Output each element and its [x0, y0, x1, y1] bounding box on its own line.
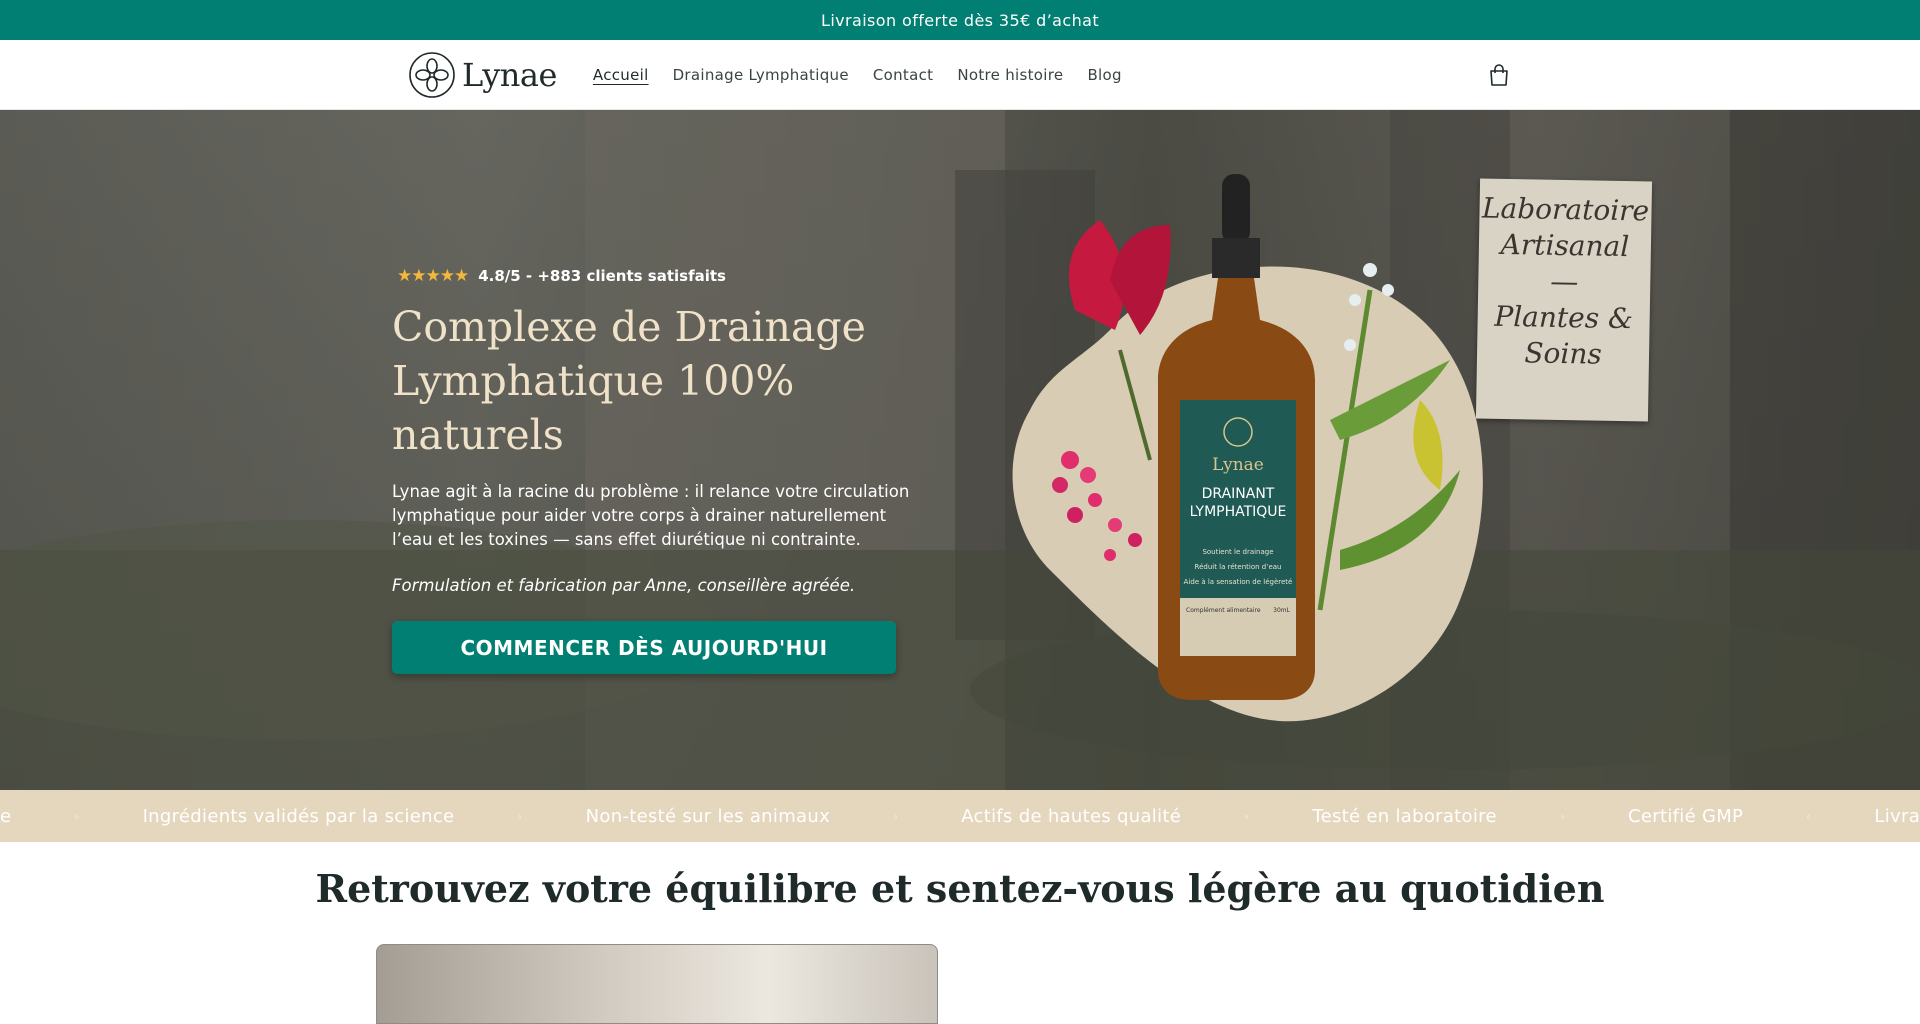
dropper-bottle: Lynae DRAINANT LYMPHATIQUE Soutient le d… [1158, 174, 1315, 700]
logo-icon [409, 51, 455, 98]
start-today-button[interactable]: COMMENCER DÈS AUJOURD'HUI [392, 621, 896, 674]
announcement-bar: Livraison offerte dès 35€ d’achat [0, 0, 1920, 40]
rating: ★★★★★ 4.8/5 - +883 clients satisfaits [397, 266, 912, 286]
features-marquee: e Ingrédients validés par la science Non… [0, 790, 1920, 842]
section-title: Retrouvez votre équilibre et sentez-vous… [315, 866, 1605, 911]
hero-description: Lynae agit à la racine du problème : il … [392, 482, 910, 549]
svg-text:Lynae: Lynae [1212, 455, 1264, 475]
site-header: Lynae Accueil Drainage Lymphatique Conta… [0, 40, 1920, 110]
drop-icon [518, 814, 522, 818]
nav-item-drainage[interactable]: Drainage Lymphatique [673, 66, 849, 84]
marquee-item: Testé en laboratoire [1312, 805, 1497, 827]
hero-signature: Formulation et fabrication par Anne, con… [392, 576, 856, 595]
svg-text:Complément alimentaire: Complément alimentaire [1186, 607, 1261, 614]
rating-text: 4.8/5 - +883 clients satisfaits [478, 267, 726, 285]
marquee-item: Actifs de hautes qualité [961, 805, 1182, 827]
drop-icon [1245, 814, 1249, 818]
svg-text:Soutient le drainage: Soutient le drainage [1202, 548, 1273, 556]
hero-title: Complexe de Drainage Lymphatique 100% na… [392, 303, 866, 459]
svg-text:Aide à la sensation de légèret: Aide à la sensation de légèreté [1184, 578, 1293, 586]
marquee-item: Livra [1874, 805, 1920, 827]
svg-text:LYMPHATIQUE: LYMPHATIQUE [1190, 504, 1287, 520]
brand-logo[interactable]: Lynae [408, 51, 557, 99]
testimonial-video[interactable] [376, 944, 938, 1024]
announcement-text: Livraison offerte dès 35€ d’achat [821, 10, 1099, 30]
marquee-item: Non-testé sur les animaux [585, 805, 831, 827]
nav-item-histoire[interactable]: Notre histoire [957, 66, 1063, 84]
svg-text:DRAINANT: DRAINANT [1202, 486, 1275, 502]
drop-icon [75, 814, 79, 818]
hero-banner: Laboratoire Artisanal — Plantes & Soins … [0, 110, 1920, 790]
product-image: Lynae DRAINANT LYMPHATIQUE Soutient le d… [1012, 174, 1483, 722]
marquee-item: Ingrédients validés par la science [142, 805, 455, 827]
nav-item-accueil[interactable]: Accueil [593, 66, 649, 84]
nav-item-contact[interactable]: Contact [873, 66, 933, 84]
cart-icon[interactable] [1486, 62, 1512, 88]
brand-name: Lynae [462, 55, 557, 94]
marquee-item: e [0, 805, 12, 827]
svg-text:30mL: 30mL [1273, 607, 1290, 614]
marquee-item: Certifié GMP [1628, 805, 1744, 827]
nav-item-blog[interactable]: Blog [1087, 66, 1121, 84]
stars-icon: ★★★★★ [397, 266, 469, 286]
drop-icon [1560, 814, 1564, 818]
drop-icon [1807, 814, 1811, 818]
main-nav: Accueil Drainage Lymphatique Contact Not… [593, 66, 1122, 84]
svg-text:Réduit la rétention d’eau: Réduit la rétention d’eau [1195, 563, 1282, 571]
drop-icon [894, 814, 898, 818]
